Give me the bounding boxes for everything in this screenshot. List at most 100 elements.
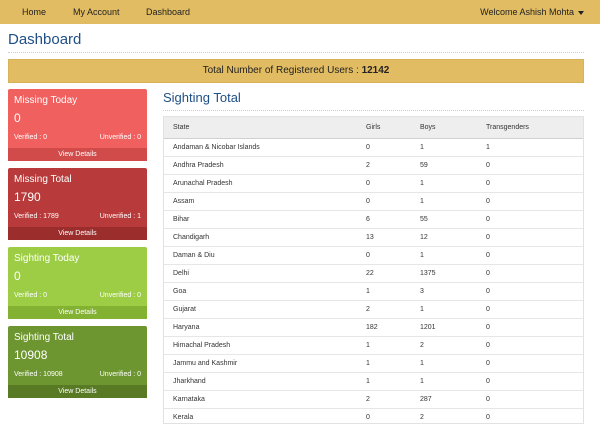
table-row: Goa 1 3 0 — [164, 283, 583, 301]
table-row: Bihar 6 55 0 — [164, 211, 583, 229]
cell-boys: 55 — [420, 216, 428, 223]
cell-transgenders: 0 — [486, 288, 490, 295]
cell-state: Arunachal Pradesh — [173, 180, 233, 187]
table-row: Haryana 182 1201 0 — [164, 319, 583, 337]
cell-girls: 22 — [366, 270, 374, 277]
card-sighting-today: Sighting Today 0 Verified : 0 Unverified… — [8, 247, 147, 319]
table-row: Chandigarh 13 12 0 — [164, 229, 583, 247]
registered-users-count: 12142 — [361, 65, 390, 76]
cell-girls: 1 — [366, 288, 370, 295]
cell-state: Goa — [173, 288, 187, 295]
cell-boys: 1201 — [420, 324, 436, 331]
section-divider — [163, 110, 584, 111]
cell-state: Haryana — [173, 324, 200, 331]
card-count: 0 — [14, 111, 21, 125]
card-unverified: Unverified : 1 — [99, 213, 141, 220]
cell-transgenders: 0 — [486, 414, 490, 421]
cell-state: Andaman & Nicobar Islands — [173, 144, 260, 151]
nav-home[interactable]: Home — [22, 0, 46, 24]
table-row: Gujarat 2 1 0 — [164, 301, 583, 319]
card-count: 0 — [14, 269, 21, 283]
cell-girls: 2 — [366, 306, 370, 313]
card-verified: Verified : 0 — [14, 134, 48, 141]
registered-users-label: Total Number of Registered Users : — [202, 65, 359, 76]
cell-boys: 1 — [420, 252, 424, 259]
cell-transgenders: 0 — [486, 360, 490, 367]
title-divider — [8, 52, 584, 53]
cell-boys: 1375 — [420, 270, 436, 277]
card-verified: Verified : 10908 — [14, 371, 63, 378]
cell-transgenders: 1 — [486, 144, 490, 151]
cell-boys: 59 — [420, 162, 428, 169]
view-details-link[interactable]: View Details — [8, 148, 147, 161]
cell-transgenders: 0 — [486, 306, 490, 313]
table-row: Daman & Diu 0 1 0 — [164, 247, 583, 265]
cell-boys: 1 — [420, 360, 424, 367]
table-row: Jammu and Kashmir 1 1 0 — [164, 355, 583, 373]
cell-state: Assam — [173, 198, 195, 205]
card-count: 10908 — [14, 348, 48, 362]
sighting-total-heading: Sighting Total — [163, 90, 241, 105]
page-title: Dashboard — [8, 31, 82, 48]
table-header: State Girls Boys Transgenders — [164, 117, 583, 139]
cell-transgenders: 0 — [486, 198, 490, 205]
header-girls: Girls — [366, 124, 381, 131]
cell-state: Bihar — [173, 216, 190, 223]
welcome-text: Welcome Ashish Mohta — [480, 7, 574, 17]
cell-boys: 12 — [420, 234, 428, 241]
cell-transgenders: 0 — [486, 234, 490, 241]
card-title: Missing Total — [14, 174, 72, 185]
view-details-link[interactable]: View Details — [8, 306, 147, 319]
view-details-link[interactable]: View Details — [8, 227, 147, 240]
cell-state: Jammu and Kashmir — [173, 360, 238, 367]
cell-state: Karnataka — [173, 396, 205, 403]
table-row: Jharkhand 1 1 0 — [164, 373, 583, 391]
registered-users-banner: Total Number of Registered Users : 12142 — [8, 59, 584, 83]
cell-girls: 6 — [366, 216, 370, 223]
cell-state: Kerala — [173, 414, 194, 421]
sighting-table: State Girls Boys Transgenders Andaman & … — [163, 116, 584, 424]
cell-girls: 1 — [366, 378, 370, 385]
card-unverified: Unverified : 0 — [99, 371, 141, 378]
cell-boys: 287 — [420, 396, 432, 403]
table-row: Andaman & Nicobar Islands 0 1 1 — [164, 139, 583, 157]
top-navbar: Home My Account Dashboard Welcome Ashish… — [0, 0, 600, 24]
header-state: State — [173, 124, 190, 131]
card-title: Missing Today — [14, 95, 78, 106]
card-missing-total: Missing Total 1790 Verified : 1789 Unver… — [8, 168, 147, 240]
caret-down-icon — [578, 10, 584, 15]
cell-transgenders: 0 — [486, 324, 490, 331]
cell-boys: 1 — [420, 198, 424, 205]
cell-girls: 2 — [366, 396, 370, 403]
cell-girls: 1 — [366, 360, 370, 367]
cell-girls: 0 — [366, 252, 370, 259]
cell-boys: 2 — [420, 414, 424, 421]
cell-state: Chandigarh — [173, 234, 210, 241]
cell-transgenders: 0 — [486, 252, 490, 259]
cell-girls: 0 — [366, 180, 370, 187]
card-count: 1790 — [14, 190, 41, 204]
cell-transgenders: 0 — [486, 180, 490, 187]
cell-state: Gujarat — [173, 306, 196, 313]
card-sighting-total: Sighting Total 10908 Verified : 10908 Un… — [8, 326, 147, 398]
cell-boys: 3 — [420, 288, 424, 295]
cell-transgenders: 0 — [486, 342, 490, 349]
cell-transgenders: 0 — [486, 162, 490, 169]
table-row: Himachal Pradesh 1 2 0 — [164, 337, 583, 355]
cell-girls: 0 — [366, 414, 370, 421]
cell-girls: 0 — [366, 198, 370, 205]
table-row: Karnataka 2 287 0 — [164, 391, 583, 409]
user-menu[interactable]: Welcome Ashish Mohta — [480, 0, 584, 24]
table-row: Arunachal Pradesh 0 1 0 — [164, 175, 583, 193]
cell-boys: 1 — [420, 180, 424, 187]
card-title: Sighting Total — [14, 332, 74, 343]
nav-dashboard[interactable]: Dashboard — [146, 0, 190, 24]
nav-my-account[interactable]: My Account — [73, 0, 120, 24]
cell-transgenders: 0 — [486, 396, 490, 403]
view-details-link[interactable]: View Details — [8, 385, 147, 398]
table-row: Delhi 22 1375 0 — [164, 265, 583, 283]
card-verified: Verified : 0 — [14, 292, 48, 299]
cell-state: Andhra Pradesh — [173, 162, 224, 169]
cell-transgenders: 0 — [486, 270, 490, 277]
card-unverified: Unverified : 0 — [99, 292, 141, 299]
